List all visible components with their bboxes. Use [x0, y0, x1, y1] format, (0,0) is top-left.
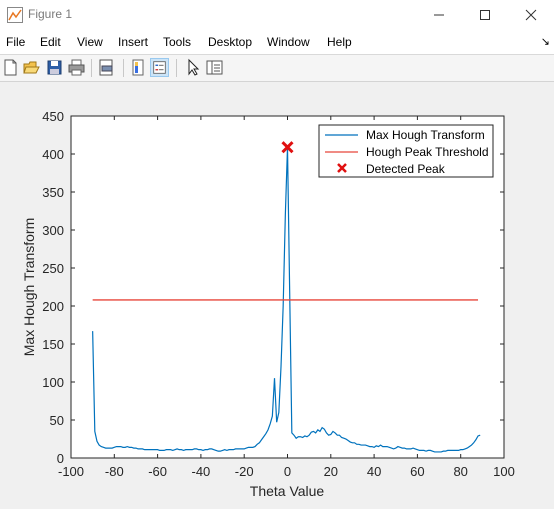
- menu-tools[interactable]: Tools: [163, 35, 191, 49]
- x-tick-label: 40: [367, 464, 381, 479]
- title-bar: Figure 1: [0, 0, 554, 30]
- y-tick-label: 150: [42, 337, 64, 352]
- x-tick-label: -40: [192, 464, 211, 479]
- matlab-figure-icon: [7, 7, 23, 23]
- menu-view[interactable]: View: [77, 35, 103, 49]
- legend[interactable]: Max Hough Transform Hough Peak Threshold…: [318, 124, 494, 178]
- x-tick-label: -80: [105, 464, 124, 479]
- x-tick-label: 20: [324, 464, 338, 479]
- x-tick-label: 60: [410, 464, 424, 479]
- chart: -100 -80 -60 -40 -20 0 20 40 60 80 100 0 50 100 150 200…: [21, 109, 515, 499]
- menu-insert[interactable]: Insert: [118, 35, 148, 49]
- x-tick-label: -60: [148, 464, 167, 479]
- toolbar-separator: [91, 59, 92, 77]
- toolbar-separator: [176, 59, 177, 77]
- x-axis-label: Theta Value: [250, 483, 325, 499]
- y-tick-label: 100: [42, 375, 64, 390]
- legend-label-max-hough: Max Hough Transform: [366, 128, 485, 142]
- menu-help[interactable]: Help: [327, 35, 352, 49]
- x-tick-label: 80: [453, 464, 467, 479]
- y-tick-label: 300: [42, 223, 64, 238]
- colorbar-icon[interactable]: [129, 58, 148, 77]
- y-tick-label: 450: [42, 109, 64, 124]
- menu-window[interactable]: Window: [267, 35, 310, 49]
- figure-canvas: -100 -80 -60 -40 -20 0 20 40 60 80 100 0 50 100 150 200…: [0, 82, 554, 504]
- close-icon: [525, 9, 537, 21]
- close-button[interactable]: [508, 0, 554, 30]
- y-tick-label: 0: [57, 451, 64, 466]
- save-icon[interactable]: [45, 58, 64, 77]
- window-title: Figure 1: [28, 7, 73, 21]
- minimize-button[interactable]: [416, 0, 462, 30]
- y-tick-label: 400: [42, 147, 64, 162]
- maximize-icon: [480, 10, 490, 20]
- legend-label-peak: Detected Peak: [366, 162, 446, 176]
- y-axis-label: Max Hough Transform: [21, 218, 37, 357]
- legend-label-threshold: Hough Peak Threshold: [366, 145, 489, 159]
- maximize-button[interactable]: [462, 0, 508, 30]
- legend-icon[interactable]: [150, 58, 169, 77]
- x-tick-label: -100: [58, 464, 84, 479]
- print-preview-icon[interactable]: [97, 58, 116, 77]
- y-tick-label: 50: [50, 413, 64, 428]
- open-file-icon[interactable]: [22, 58, 41, 77]
- menu-edit[interactable]: Edit: [40, 35, 61, 49]
- print-icon[interactable]: [67, 58, 86, 77]
- x-tick-label: 0: [284, 464, 291, 479]
- menu-bar: File Edit View Insert Tools Desktop Wind…: [0, 30, 554, 55]
- y-tick-label: 200: [42, 299, 64, 314]
- toolbar: [0, 55, 554, 82]
- minimize-icon: [434, 14, 444, 16]
- menu-file[interactable]: File: [6, 35, 25, 49]
- x-tick-label: 100: [493, 464, 515, 479]
- new-figure-icon[interactable]: [1, 58, 20, 77]
- toolbar-separator: [123, 59, 124, 77]
- select-arrow-icon[interactable]: [183, 58, 202, 77]
- y-tick-label: 250: [42, 261, 64, 276]
- x-tick-label: -20: [235, 464, 254, 479]
- menu-desktop[interactable]: Desktop: [208, 35, 252, 49]
- dock-figure-icon[interactable]: ↘: [541, 35, 550, 48]
- property-inspector-icon[interactable]: [205, 58, 224, 77]
- y-tick-label: 350: [42, 185, 64, 200]
